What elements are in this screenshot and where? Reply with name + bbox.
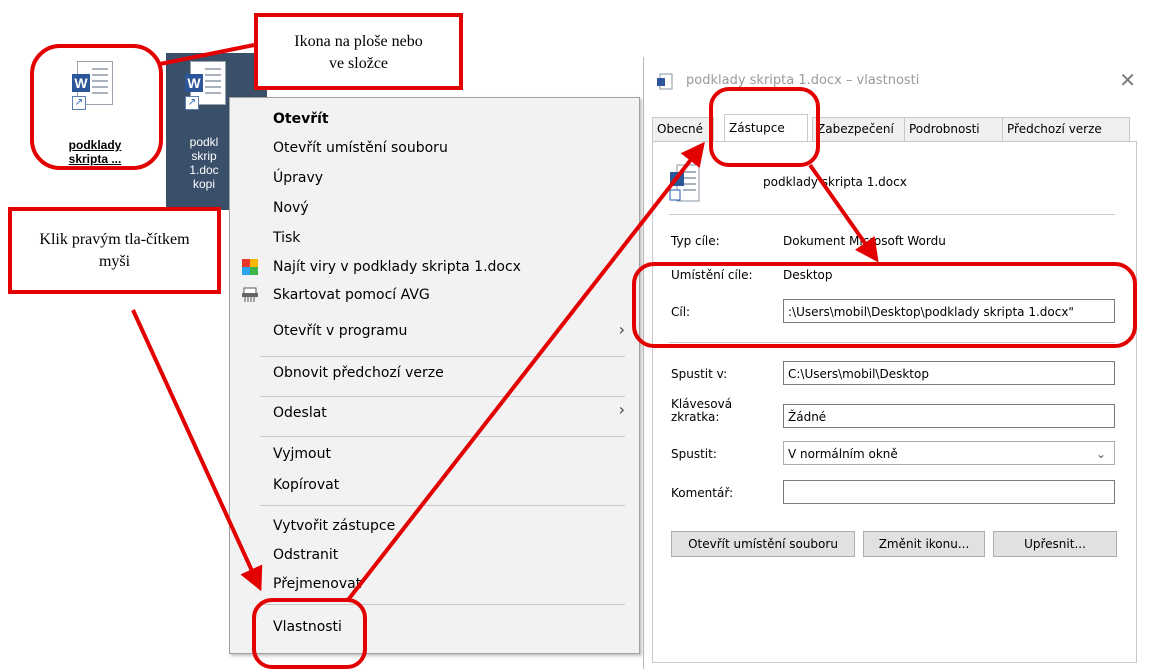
menu-item-rename[interactable]: Přejmenovat xyxy=(273,573,361,595)
shortcut-arrow-icon: ↗ xyxy=(185,96,199,110)
shortcut-key-label: Klávesová zkratka: xyxy=(671,397,733,424)
open-file-location-button[interactable]: Otevřít umístění souboru xyxy=(671,531,855,557)
section-divider xyxy=(669,214,1115,215)
avg-scan-icon xyxy=(242,259,258,275)
comment-field[interactable] xyxy=(783,480,1115,504)
target-type-value: Dokument Microsoft Wordu xyxy=(783,234,946,248)
menu-separator xyxy=(260,505,625,506)
menu-item-open-with[interactable]: Otevřít v programu xyxy=(273,320,407,342)
tab-details[interactable]: Podrobnosti xyxy=(904,117,1006,141)
icon-label-line: podkl xyxy=(189,135,219,149)
right-click-annotation-callout: Klik pravým tla-čítkem myši xyxy=(8,207,221,294)
icon-highlight-ring xyxy=(30,44,163,170)
run-select[interactable]: V normálním okně ⌄ xyxy=(783,441,1115,465)
menu-item-delete[interactable]: Odstranit xyxy=(273,544,338,566)
chevron-down-icon: ⌄ xyxy=(1095,447,1106,461)
document-icon xyxy=(657,73,673,90)
menu-separator xyxy=(260,436,625,437)
desktop-icon-label: podkl skrip 1.doc kopi xyxy=(174,135,234,191)
properties-highlight-ring xyxy=(252,598,367,669)
menu-item-create-shortcut[interactable]: Vytvořit zástupce xyxy=(273,515,395,537)
close-icon[interactable]: ✕ xyxy=(1119,68,1136,92)
tab-previous-versions[interactable]: Předchozí verze xyxy=(1002,117,1130,141)
menu-item-open[interactable]: Otevřít xyxy=(273,108,329,130)
menu-item-print[interactable]: Tisk xyxy=(273,227,300,249)
advanced-button[interactable]: Upřesnit... xyxy=(993,531,1117,557)
shredder-icon xyxy=(242,287,258,302)
start-in-label: Spustit v: xyxy=(671,367,728,381)
tab-highlight-ring xyxy=(709,87,820,167)
comment-label: Komentář: xyxy=(671,486,734,500)
menu-item-restore-versions[interactable]: Obnovit předchozí verze xyxy=(273,362,444,384)
word-document-icon: W ↗ xyxy=(185,61,226,110)
tab-general[interactable]: Obecné xyxy=(652,117,714,141)
menu-separator xyxy=(260,356,625,357)
run-label: Spustit: xyxy=(671,447,717,461)
menu-item-new[interactable]: Nový xyxy=(273,197,309,219)
menu-item-open-location[interactable]: Otevřít umístění souboru xyxy=(273,137,448,159)
menu-item-copy[interactable]: Kopírovat xyxy=(273,474,339,496)
shortcut-key-field[interactable]: Žádné xyxy=(783,404,1115,428)
change-icon-button[interactable]: Změnit ikonu... xyxy=(863,531,985,557)
menu-item-scan-viruses[interactable]: Najít viry v podklady skripta 1.docx xyxy=(273,256,521,278)
icon-label-line: 1.doc xyxy=(189,163,219,177)
shortcut-file-name: podklady skripta 1.docx xyxy=(763,175,907,189)
menu-item-send-to[interactable]: Odeslat xyxy=(273,402,327,424)
run-select-value: V normálním okně xyxy=(788,447,898,461)
target-highlight-ring xyxy=(632,262,1137,348)
dialog-title: podklady skripta 1.docx – vlastnosti xyxy=(686,73,920,88)
target-type-label: Typ cíle: xyxy=(671,234,720,248)
word-document-icon xyxy=(669,164,700,202)
chevron-right-icon: › xyxy=(618,400,625,419)
menu-separator xyxy=(260,396,625,397)
menu-item-shred[interactable]: Skartovat pomocí AVG xyxy=(273,284,430,306)
chevron-right-icon: › xyxy=(618,320,625,339)
icon-label-line: kopi xyxy=(192,177,215,191)
icon-label-line: skrip xyxy=(191,149,217,163)
menu-item-cut[interactable]: Vyjmout xyxy=(273,443,331,465)
start-in-field[interactable]: C:\Users\mobil\Desktop xyxy=(783,361,1115,385)
context-menu: Otevřít Otevřít umístění souboru Úpravy … xyxy=(229,97,640,654)
icon-annotation-callout: Ikona na ploše nebo ve složce xyxy=(254,13,463,90)
menu-item-edit[interactable]: Úpravy xyxy=(273,167,323,189)
tab-security[interactable]: Zabezpečení xyxy=(812,117,910,141)
shortcut-tab-panel: podklady skripta 1.docx Typ cíle: Dokume… xyxy=(652,141,1137,663)
